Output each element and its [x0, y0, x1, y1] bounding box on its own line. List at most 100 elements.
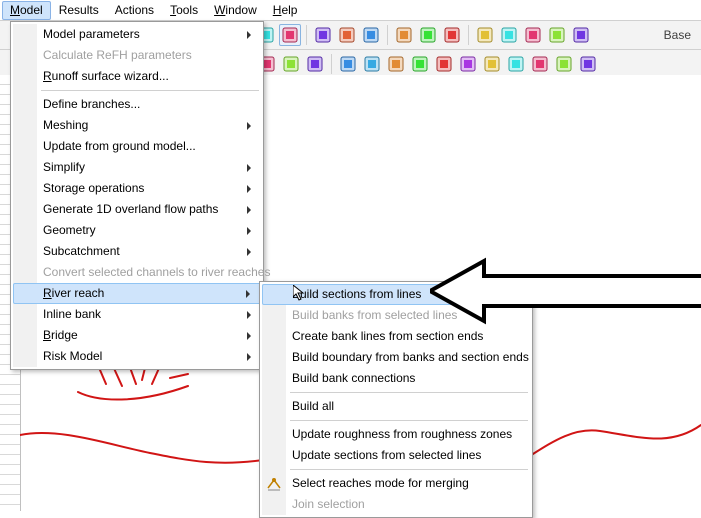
menu-item-label: Create bank lines from section ends	[292, 326, 483, 347]
menu-bar: ModelResultsActionsToolsWindowHelp	[0, 0, 701, 21]
menu-separator	[290, 420, 528, 421]
river-reach-menu-build-bank-connections[interactable]: Build bank connections	[262, 368, 530, 389]
river-d-icon[interactable]	[409, 53, 431, 75]
model-menu-generate-1d-overland-flow-paths[interactable]: Generate 1D overland flow paths	[13, 199, 261, 220]
model-menu-update-from-ground-model[interactable]: Update from ground model...	[13, 136, 261, 157]
river-h-icon[interactable]	[505, 53, 527, 75]
menu-item-label: Update from ground model...	[43, 136, 196, 157]
table-icon[interactable]	[312, 24, 334, 46]
model-menu-risk-model[interactable]: Risk Model	[13, 346, 261, 367]
chevron-right-icon	[247, 206, 255, 214]
river-k-icon[interactable]	[577, 53, 599, 75]
grid-purple-icon[interactable]	[304, 53, 326, 75]
river-i-icon[interactable]	[529, 53, 551, 75]
chevron-right-icon	[247, 227, 255, 235]
menu-item-label: Bridge	[43, 325, 78, 346]
menu-separator	[290, 469, 528, 470]
menu-item-label: Update roughness from roughness zones	[292, 424, 512, 445]
menubar-item-actions[interactable]: Actions	[107, 1, 162, 20]
menu-item-label: Define branches...	[43, 94, 140, 115]
base-label: Base	[658, 28, 697, 42]
river-reach-menu-create-bank-lines-from-section-ends[interactable]: Create bank lines from section ends	[262, 326, 530, 347]
menu-item-label: River reach	[43, 284, 104, 303]
menu-item-label: Risk Model	[43, 346, 102, 367]
river-e-icon[interactable]	[433, 53, 455, 75]
shape-d-icon[interactable]	[546, 24, 568, 46]
model-menu-simplify[interactable]: Simplify	[13, 157, 261, 178]
model-menu-meshing[interactable]: Meshing	[13, 115, 261, 136]
chevron-right-icon	[247, 332, 255, 340]
menu-item-label: Build sections from lines	[292, 285, 421, 304]
shape-b-icon[interactable]	[498, 24, 520, 46]
tool-b-icon[interactable]	[441, 24, 463, 46]
river-reach-menu-join-selection: Join selection	[262, 494, 530, 515]
model-menu-runoff-surface-wizard[interactable]: Runoff surface wizard...	[13, 66, 261, 87]
grid-red-icon[interactable]	[280, 53, 302, 75]
model-menu-river-reach[interactable]: River reach	[13, 283, 261, 304]
shape-a-icon[interactable]	[474, 24, 496, 46]
toolbar-separator	[387, 25, 388, 45]
menu-item-label: Build boundary from banks and section en…	[292, 347, 529, 368]
menu-item-label: Update sections from selected lines	[292, 445, 481, 466]
submenu-river-reach: Build sections from linesBuild banks fro…	[259, 281, 533, 518]
chevron-right-icon	[247, 164, 255, 172]
menubar-item-tools[interactable]: Tools	[162, 1, 206, 20]
river-c-icon[interactable]	[385, 53, 407, 75]
toolbar-separator	[468, 25, 469, 45]
window-icon[interactable]	[336, 24, 358, 46]
checker-blue-toggle-icon[interactable]	[279, 24, 301, 46]
river-g-icon[interactable]	[481, 53, 503, 75]
model-menu-subcatchment[interactable]: Subcatchment	[13, 241, 261, 262]
chevron-right-icon	[247, 31, 255, 39]
model-menu-model-parameters[interactable]: Model parameters	[13, 24, 261, 45]
chevron-right-icon	[246, 290, 254, 298]
river-reach-menu-update-sections-from-selected-lines[interactable]: Update sections from selected lines	[262, 445, 530, 466]
menu-item-label: Storage operations	[43, 178, 144, 199]
shape-e-icon[interactable]	[570, 24, 592, 46]
chevron-right-icon	[247, 311, 255, 319]
model-menu-convert-selected-channels-to-river-reach: Convert selected channels to river reach…	[13, 262, 261, 283]
river-f-icon[interactable]	[457, 53, 479, 75]
menu-item-label: Generate 1D overland flow paths	[43, 199, 218, 220]
chevron-right-icon	[247, 353, 255, 361]
river-b-icon[interactable]	[361, 53, 383, 75]
menu-item-label: Meshing	[43, 115, 88, 136]
menu-item-label: Join selection	[292, 494, 365, 515]
tool-a-icon[interactable]	[417, 24, 439, 46]
menu-item-label: Runoff surface wizard...	[43, 66, 169, 87]
model-menu-geometry[interactable]: Geometry	[13, 220, 261, 241]
menu-item-label: Build all	[292, 396, 334, 417]
menubar-item-results[interactable]: Results	[51, 1, 107, 20]
menu-item-label: Build banks from selected lines	[292, 305, 457, 326]
menu-model: Model parametersCalculate ReFH parameter…	[10, 21, 264, 370]
merge-icon	[266, 476, 282, 492]
river-a-icon[interactable]	[337, 53, 359, 75]
model-menu-bridge[interactable]: Bridge	[13, 325, 261, 346]
river-j-icon[interactable]	[553, 53, 575, 75]
model-menu-calculate-refh-parameters: Calculate ReFH parameters	[13, 45, 261, 66]
river-reach-menu-select-reaches-mode-for-merging[interactable]: Select reaches mode for merging	[262, 473, 530, 494]
river-reach-menu-build-boundary-from-banks-and-section-en[interactable]: Build boundary from banks and section en…	[262, 347, 530, 368]
menubar-item-help[interactable]: Help	[265, 1, 306, 20]
menu-item-label: Build bank connections	[292, 368, 415, 389]
shape-c-icon[interactable]	[522, 24, 544, 46]
toolbar-separator	[306, 25, 307, 45]
menubar-item-model[interactable]: Model	[2, 1, 51, 20]
model-menu-define-branches[interactable]: Define branches...	[13, 94, 261, 115]
model-menu-inline-bank[interactable]: Inline bank	[13, 304, 261, 325]
menubar-item-window[interactable]: Window	[206, 1, 265, 20]
menu-item-label: Geometry	[43, 220, 96, 241]
river-reach-menu-build-sections-from-lines[interactable]: Build sections from lines	[262, 284, 530, 305]
river-reach-menu-build-all[interactable]: Build all	[262, 396, 530, 417]
menu-item-label: Convert selected channels to river reach…	[43, 262, 270, 283]
chevron-right-icon	[247, 122, 255, 130]
menu-separator	[41, 90, 259, 91]
layers-icon[interactable]	[360, 24, 382, 46]
bars-icon[interactable]	[393, 24, 415, 46]
menu-separator	[290, 392, 528, 393]
toolbar-separator	[331, 54, 332, 74]
river-reach-menu-update-roughness-from-roughness-zones[interactable]: Update roughness from roughness zones	[262, 424, 530, 445]
model-menu-storage-operations[interactable]: Storage operations	[13, 178, 261, 199]
menu-item-label: Model parameters	[43, 24, 140, 45]
chevron-right-icon	[247, 248, 255, 256]
